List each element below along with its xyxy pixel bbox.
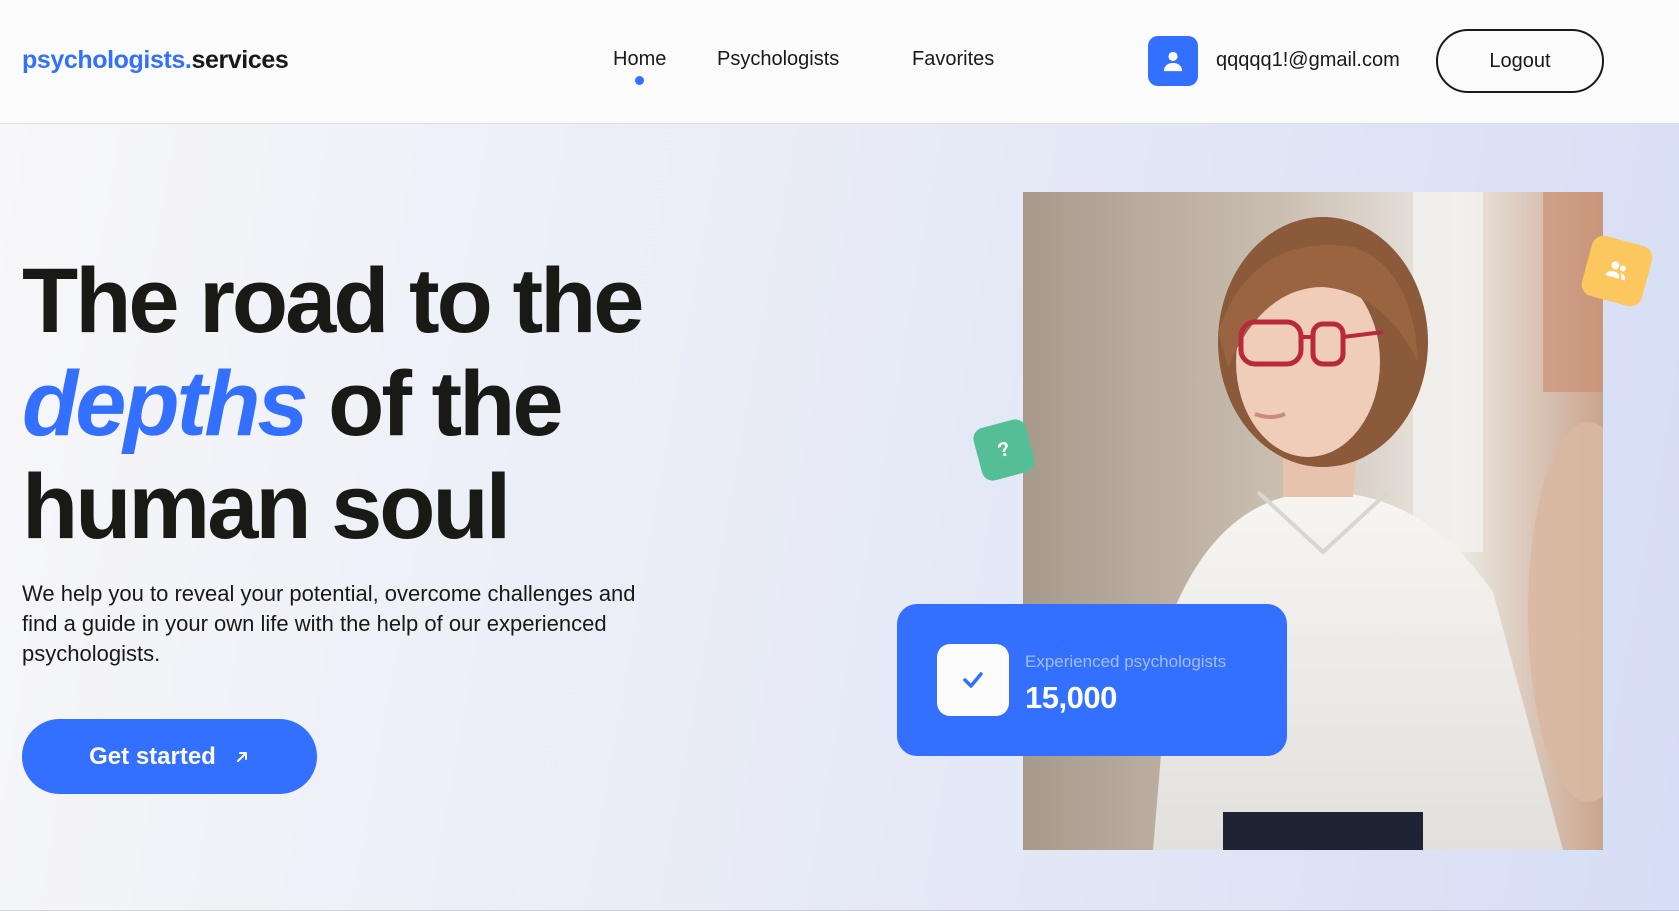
logout-button[interactable]: Logout bbox=[1436, 29, 1604, 93]
user-icon bbox=[1163, 51, 1183, 72]
site-logo[interactable]: psychologists.services bbox=[22, 46, 289, 75]
hero-title-emphasis: depths bbox=[22, 353, 309, 455]
nav-item-psychologists[interactable]: Psychologists bbox=[717, 48, 839, 71]
hero-title-line1: The road to the bbox=[22, 250, 644, 352]
check-badge bbox=[937, 644, 1009, 716]
hero-subtitle: We help you to reveal your potential, ov… bbox=[22, 581, 636, 666]
hero-title-line3: human soul bbox=[22, 456, 511, 558]
hero-title-line2: of the bbox=[305, 353, 563, 455]
experienced-psychologists-card: Experienced psychologists 15,000 bbox=[897, 604, 1287, 756]
nav-item-home[interactable]: Home bbox=[613, 48, 666, 71]
arrow-up-right-icon bbox=[236, 751, 247, 762]
site-header: psychologists.services Home Psychologist… bbox=[0, 0, 1679, 124]
nav-item-favorites[interactable]: Favorites bbox=[912, 48, 994, 71]
hero-title: The road to the depths of the human soul bbox=[22, 250, 742, 559]
users-icon bbox=[1605, 261, 1626, 281]
logo-rest: services bbox=[191, 46, 289, 74]
stat-value: 15,000 bbox=[1025, 680, 1117, 715]
get-started-label: Get started bbox=[89, 742, 216, 770]
user-email: qqqqq1!@gmail.com bbox=[1216, 49, 1400, 71]
check-icon bbox=[963, 672, 983, 688]
user-avatar bbox=[1148, 36, 1198, 86]
logo-accent: psychologists. bbox=[22, 46, 192, 74]
question-mark: ? bbox=[995, 437, 1013, 462]
stat-label: Experienced psychologists bbox=[1025, 652, 1227, 671]
active-nav-indicator bbox=[635, 76, 644, 85]
get-started-button[interactable]: Get started bbox=[22, 719, 317, 794]
